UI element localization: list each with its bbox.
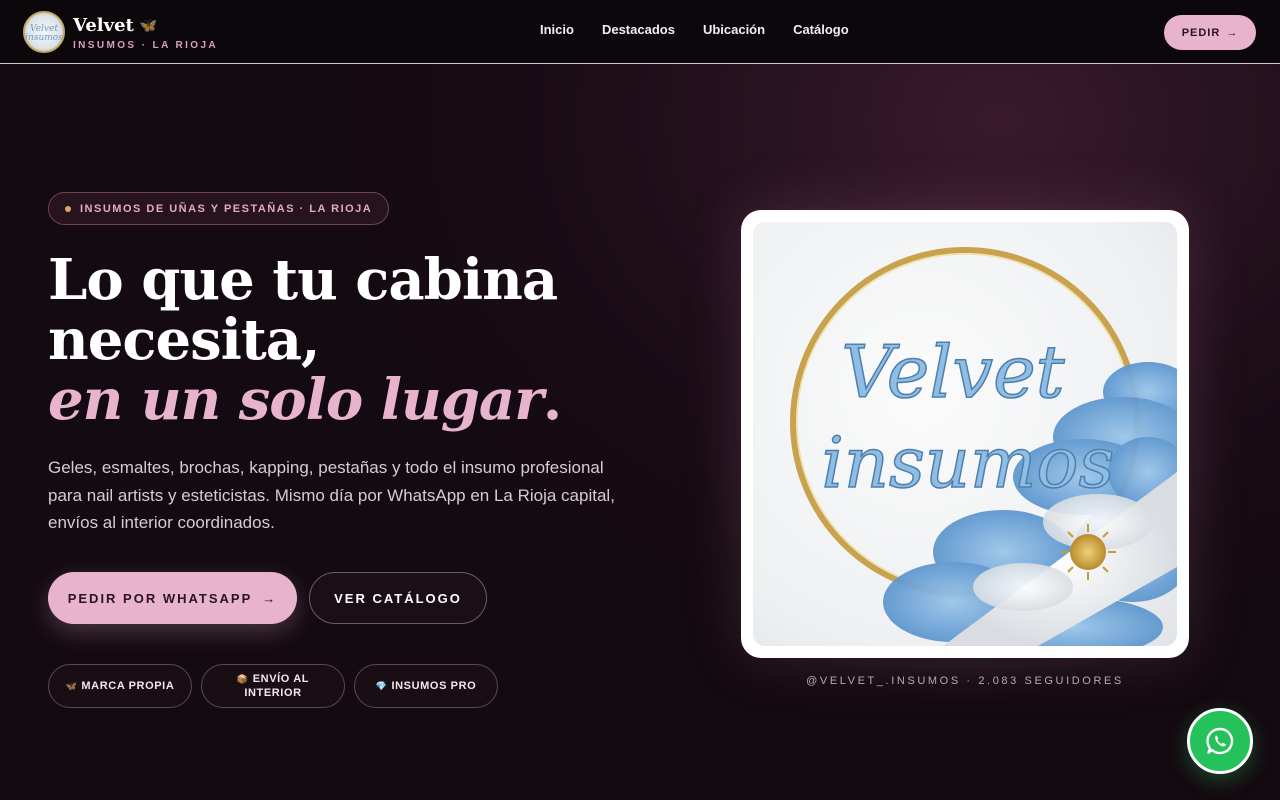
image-text-velvet: Velvet (841, 330, 1065, 414)
nav-link-destacados[interactable]: Destacados (602, 22, 675, 37)
chip-marca-propia: 🦋 MARCA PROPIA (48, 664, 192, 708)
brand-logo: Velvet insumos (23, 11, 65, 53)
brand-artwork: Velvet insumos (790, 247, 1177, 646)
gem-icon: 💎 (375, 681, 388, 691)
ver-catalogo-button[interactable]: VER CATÁLOGO (309, 572, 487, 624)
arrow-right-icon: → (262, 590, 278, 606)
hero-description: Geles, esmaltes, brochas, kapping, pesta… (48, 458, 615, 532)
ver-catalogo-label: VER CATÁLOGO (334, 590, 462, 606)
brand-name: Velvet (73, 15, 134, 36)
brand-text: Velvet 🦋 INSUMOS · LA RIOJA (73, 14, 218, 51)
chip-label: MARCA PROPIA (81, 680, 175, 692)
headline-line-2: necesita, (48, 307, 321, 373)
pedir-whatsapp-label: PEDIR POR WHATSAPP (67, 590, 253, 606)
main-nav: Inicio Destacados Ubicación Catálogo (540, 22, 849, 37)
category-tag-label: INSUMOS DE UÑAS Y PESTAÑAS · LA RIOJA (80, 202, 373, 215)
headline-line-1: Lo que tu cabina (48, 247, 558, 313)
instagram-caption: @VELVET_.INSUMOS · 2.083 SEGUIDORES (806, 675, 1124, 687)
nav-link-inicio[interactable]: Inicio (540, 22, 574, 37)
headline-dot: . (542, 367, 562, 433)
category-tag: INSUMOS DE UÑAS Y PESTAÑAS · LA RIOJA (48, 192, 390, 225)
dot-icon (65, 205, 71, 212)
brand[interactable]: Velvet insumos Velvet 🦋 INSUMOS · LA RIO… (23, 11, 218, 53)
hero-headline: Lo que tu cabina necesita, en un solo lu… (48, 250, 648, 430)
pedir-whatsapp-button[interactable]: PEDIR POR WHATSAPP → (48, 572, 297, 624)
chip-envio-interior: 📦 ENVÍO AL INTERIOR (201, 664, 345, 708)
pedir-header-label: PEDIR (1181, 26, 1221, 39)
top-navigation-bar: Velvet insumos Velvet 🦋 INSUMOS · LA RIO… (0, 0, 1280, 64)
brand-image: Velvet insumos (753, 222, 1177, 646)
butterfly-icon: 🦋 (65, 681, 78, 691)
nav-link-catalogo[interactable]: Catálogo (793, 22, 849, 37)
whatsapp-float-button[interactable] (1187, 708, 1253, 774)
arrow-right-icon: → (1226, 26, 1239, 39)
package-icon: 📦 (236, 674, 249, 684)
chip-label: ENVÍO AL INTERIOR (244, 673, 310, 699)
chip-insumos-pro: 💎 INSUMOS PRO (354, 664, 498, 708)
headline-accent: en un solo lugar (48, 367, 544, 433)
headline-line-3: en un solo lugar. (48, 370, 648, 430)
brand-logo-text: Velvet insumos (25, 24, 63, 43)
brand-name-row: Velvet 🦋 (73, 14, 218, 38)
brand-subtitle: INSUMOS · LA RIOJA (73, 39, 219, 51)
brand-image-card: Velvet insumos (741, 210, 1189, 658)
image-text-insumos: insumos (822, 422, 1115, 504)
butterfly-icon: 🦋 (139, 17, 158, 33)
whatsapp-icon (1206, 727, 1234, 755)
feature-chips: 🦋 MARCA PROPIA 📦 ENVÍO AL INTERIOR 💎 INSUMO… (48, 664, 498, 708)
chip-label: INSUMOS PRO (391, 680, 477, 692)
pedir-header-button[interactable]: PEDIR → (1164, 15, 1256, 50)
nav-link-ubicacion[interactable]: Ubicación (703, 22, 765, 37)
